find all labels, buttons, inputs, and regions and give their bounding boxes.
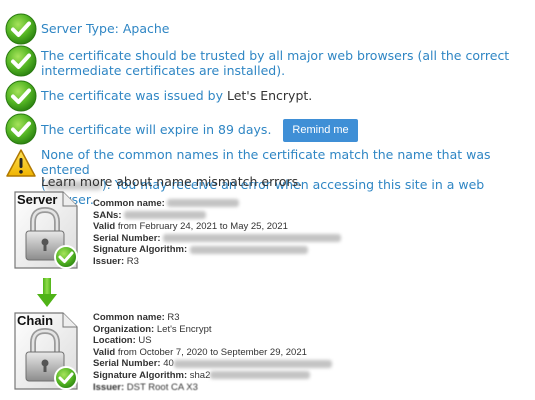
issuer-prefix: The certificate was issued by: [41, 88, 227, 103]
server-label: Server: [17, 192, 58, 207]
chain-valid: Valid from October 7, 2020 to September …: [93, 346, 307, 358]
server-issuer: Issuer: R3: [93, 255, 139, 267]
chain-location: Location: US: [93, 335, 152, 347]
green-check-icon: [5, 80, 37, 112]
warning-line1: None of the common names in the certific…: [41, 147, 491, 177]
chain-cert-graphic: Chain: [13, 311, 79, 391]
warning-icon: [6, 149, 36, 177]
check-row-server-type: Server Type: Apache: [5, 13, 521, 45]
chain-label: Chain: [17, 313, 54, 328]
green-check-icon: [5, 113, 37, 145]
trusted-text: The certificate should be trusted by all…: [41, 48, 510, 78]
redacted-value: [173, 359, 332, 368]
server-serial: Serial Number:: [93, 233, 342, 245]
redacted-value: [124, 211, 207, 220]
green-check-icon: [5, 45, 37, 77]
chain-organization: Organization: Let's Encrypt: [93, 323, 212, 335]
check-row-expiry: The certificate will expire in 89 days. R…: [5, 113, 521, 145]
server-cert-details: Common name: SANs: Valid from February 2…: [93, 198, 342, 268]
issuer-name: Let's Encrypt: [226, 88, 309, 103]
chain-cert-details: Common name: R3 Organization: Let's Encr…: [93, 312, 332, 393]
server-cert-graphic: Server: [13, 190, 79, 270]
server-valid: Valid from February 24, 2021 to May 25, …: [93, 221, 288, 233]
chain-issuer: Issuer: DST Root CA X3: [93, 381, 198, 393]
server-type-text: Server Type: Apache: [41, 21, 170, 36]
chain-common-name: Common name: R3: [93, 312, 180, 323]
remind-me-button[interactable]: Remind me: [283, 119, 358, 142]
check-row-issuer: The certificate was issued by Let's Encr…: [5, 80, 521, 112]
issuer-suffix: .: [308, 88, 313, 103]
redacted-value: [189, 245, 308, 254]
green-check-icon: [5, 13, 37, 45]
expiry-text: The certificate will expire in 89 days.: [41, 122, 272, 137]
server-sigalg: Signature Algorithm:: [93, 244, 341, 256]
chain-sigalg: Signature Algorithm: sha2: [93, 370, 332, 382]
redacted-value: [167, 199, 240, 208]
check-row-trusted: The certificate should be trusted by all…: [5, 45, 521, 78]
chain-serial: Serial Number: 40: [93, 358, 332, 370]
redacted-value: [210, 371, 311, 380]
learn-more-link[interactable]: Learn more about name mismatch errors.: [41, 174, 302, 189]
server-sans: SANs:: [93, 210, 341, 222]
expiry-text-wrap: The certificate will expire in 89 days. R…: [41, 119, 521, 142]
redacted-value: [163, 234, 342, 243]
server-common-name: Common name:: [93, 198, 341, 210]
issuer-text: The certificate was issued by Let's Encr…: [41, 88, 521, 103]
down-arrow-icon: [37, 278, 57, 307]
